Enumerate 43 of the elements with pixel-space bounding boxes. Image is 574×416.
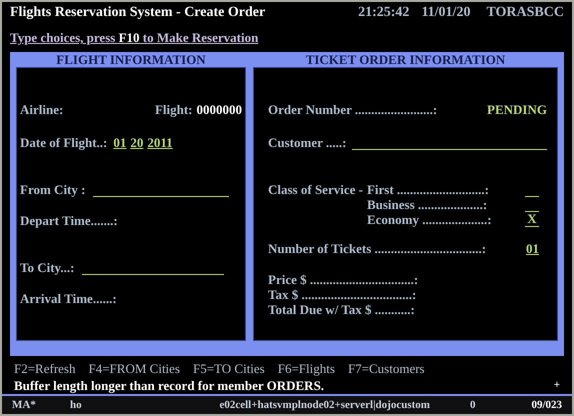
message-text: Buffer length longer than record for member ORDERS. — [14, 376, 324, 395]
section-heading: TICKET ORDER INFORMATION — [304, 52, 506, 67]
section-heading: FLIGHT INFORMATION — [55, 52, 207, 67]
price-label: Price $ ................................: — [268, 272, 420, 287]
status-user: ho — [70, 398, 82, 413]
message-indicator: + — [554, 378, 560, 394]
instruction-text: Type choices, press F10 to Make Reservation — [10, 29, 258, 48]
function-key-hint: F4=FROM Cities — [88, 360, 180, 378]
tickets-input[interactable]: 01 — [526, 238, 539, 258]
field-label: Arrival Time......: — [20, 290, 117, 308]
class-input[interactable]: X — [525, 212, 539, 227]
status-server: e02cell+hatsvmplnode02+serverl|dojocustom — [219, 398, 430, 413]
field-label: From City : — [20, 180, 86, 199]
field-label: Number of Tickets .................................: — [268, 240, 486, 258]
field-label: Airline: — [20, 100, 64, 119]
field-label: Depart Time.......: — [20, 212, 118, 230]
class-option-label: First ...........................: — [366, 182, 490, 197]
field-label: To City...: — [20, 258, 74, 277]
status-mode: MA* — [12, 398, 37, 413]
date-input[interactable]: 2011 — [147, 132, 173, 152]
class-option-label: Business ....................: — [366, 196, 488, 212]
function-key-hint: F7=Customers — [348, 360, 425, 378]
screen-title: Flights Reservation System - Create Order — [10, 4, 266, 22]
price-label: Tax $ ..................................: — [268, 286, 418, 302]
date-input[interactable]: 01 — [113, 132, 126, 152]
order-status: PENDING — [487, 100, 547, 119]
field-label: Date of Flight..: — [20, 134, 108, 152]
price-label: Total Due w/ Tax $ ...........: — [268, 302, 416, 317]
field-label: Flight: — [154, 100, 192, 119]
field-label: Customer .....: — [268, 134, 346, 152]
field-label: Order Number ........................: — [268, 100, 438, 119]
function-key-hint: F2=Refresh — [14, 360, 76, 378]
time-text: 21:25:42 — [358, 4, 410, 22]
function-key-hint: F6=Flights — [278, 360, 335, 378]
date-input[interactable]: 20 — [130, 132, 144, 152]
flight-number: 0000000 — [196, 100, 242, 119]
system-name: TORASBCC — [486, 4, 564, 22]
date-text: 11/01/20 — [421, 4, 470, 22]
class-option-label: Economy ....................: — [366, 212, 492, 227]
field-label: Class of Service - — [268, 182, 363, 197]
status-count: 0 — [470, 398, 476, 413]
status-position: 09/023 — [531, 398, 562, 413]
function-key-hint: F5=TO Cities — [193, 360, 265, 378]
